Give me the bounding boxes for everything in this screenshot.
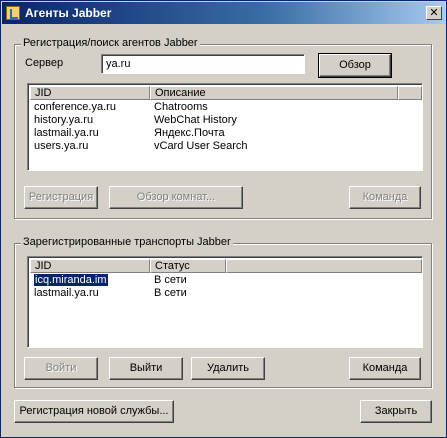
jabber-agents-window: Агенты Jabber ✕ Регистрация/поиск агенто… [0,0,447,438]
agents-list-rows: conference.ya.ru Chatrooms history.ya.ru… [30,101,420,153]
close-icon[interactable]: ✕ [426,6,442,20]
agent-description: Chatrooms [154,101,208,113]
app-icon [6,6,20,20]
list-item[interactable]: conference.ya.ru Chatrooms [30,101,420,114]
column-header-filler [398,86,422,100]
agent-jid: conference.ya.ru [34,101,116,113]
transports-list[interactable]: JID Статус icq.miranda.im В сети lastmai… [27,256,423,348]
list-item[interactable]: history.ya.ru WebChat History [30,114,420,127]
transports-list-rows: icq.miranda.im В сети lastmail.ya.ru В с… [30,274,420,300]
search-command-button[interactable]: Команда [349,186,421,209]
agent-jid: lastmail.ya.ru [34,127,99,139]
logout-button[interactable]: Выйти [109,357,183,380]
close-button[interactable]: Закрыть [360,400,432,423]
agent-description: vCard User Search [154,140,248,152]
column-header-jid[interactable]: JID [30,259,150,273]
list-item[interactable]: icq.miranda.im В сети [30,274,420,287]
agent-description: WebChat History [154,114,237,126]
agents-search-group: Регистрация/поиск агентов Jabber Сервер … [14,37,432,219]
column-header-filler [226,259,422,273]
transports-list-header: JID Статус [30,259,422,273]
register-button[interactable]: Регистрация [24,186,98,209]
browse-rooms-button[interactable]: Обзор комнат... [109,186,243,209]
delete-button[interactable]: Удалить [191,357,265,380]
transport-jid: lastmail.ya.ru [34,287,99,299]
agent-description: Яндекс.Почта [154,127,225,139]
transport-status: В сети [154,274,187,286]
agents-list-header: JID Описание [30,86,422,100]
agents-list[interactable]: JID Описание conference.ya.ru Chatrooms … [27,83,423,171]
login-button[interactable]: Войти [24,357,98,380]
list-item[interactable]: lastmail.ya.ru Яндекс.Почта [30,127,420,140]
transport-jid-text: icq.miranda.im [33,274,109,287]
window-title: Агенты Jabber [25,6,112,20]
agents-search-legend: Регистрация/поиск агентов Jabber [21,37,200,49]
server-input[interactable]: ya.ru [101,54,305,74]
server-label: Сервер [25,57,64,69]
column-header-jid[interactable]: JID [30,86,150,100]
transport-command-button[interactable]: Команда [349,357,421,380]
transport-status: В сети [154,287,187,299]
column-header-status[interactable]: Статус [150,259,226,273]
title-bar[interactable]: Агенты Jabber ✕ [2,2,445,24]
transports-group: Зарегистрированные транспорты Jabber JID… [14,236,432,388]
agent-jid: users.ya.ru [34,140,89,152]
list-item[interactable]: lastmail.ya.ru В сети [30,287,420,300]
transport-jid: icq.miranda.im [30,274,150,287]
transports-legend: Зарегистрированные транспорты Jabber [21,236,233,248]
browse-button[interactable]: Обзор [318,53,392,78]
column-header-description[interactable]: Описание [150,86,398,100]
agent-jid: history.ya.ru [34,114,94,126]
list-item[interactable]: users.ya.ru vCard User Search [30,140,420,153]
register-new-service-button[interactable]: Регистрация новой службы... [14,400,174,423]
